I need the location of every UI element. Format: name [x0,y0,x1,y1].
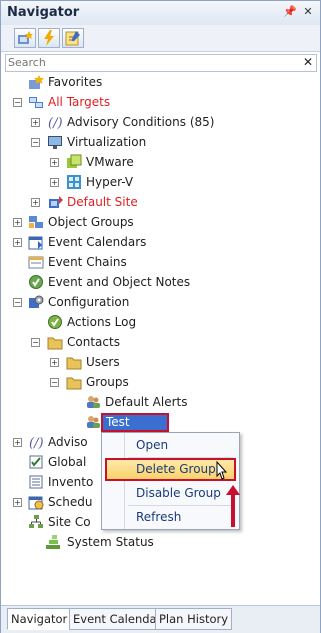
event-chains-icon [28,256,44,269]
collapse-icon[interactable]: − [50,378,59,387]
user-group-icon [87,416,100,428]
expand-icon[interactable]: + [13,238,22,247]
advisory-icon: (/) [29,436,44,450]
expand-icon[interactable]: + [13,438,22,447]
expand-icon[interactable]: + [31,118,40,127]
tab-event-calendar[interactable]: Event Calendar [69,608,166,630]
actions-log-icon [48,315,62,329]
calendar-icon [28,236,43,250]
context-menu: Open Delete Group Disable Group Refresh [101,432,240,530]
vmware-icon [67,154,82,168]
lightning-icon [44,30,54,46]
svg-text:(/): (/) [29,436,44,450]
expand-icon[interactable]: + [50,158,59,167]
contacts-folder-icon [47,337,63,350]
close-icon[interactable]: ✕ [301,5,315,19]
tab-plan-history[interactable]: Plan History [155,608,233,630]
all-targets-icon [29,97,43,108]
expand-icon[interactable]: + [13,218,22,227]
notes-icon [29,275,43,289]
add-target-icon [18,31,33,44]
clear-search-icon[interactable]: ✕ [303,55,313,70]
expand-icon[interactable]: + [13,498,22,507]
panel-titlebar: Navigator 📌 ✕ [1,1,320,26]
tab-navigator[interactable]: Navigator [7,608,72,630]
checklist-icon [29,455,43,469]
collapse-icon[interactable]: − [31,138,40,147]
note-edit-icon [65,31,80,46]
navigator-panel: Navigator 📌 ✕ ✕ Favorites − All Targets … [0,0,321,633]
expand-icon[interactable]: + [50,358,59,367]
menu-item-refresh[interactable]: Refresh [108,507,232,527]
monitor-icon [48,136,62,149]
object-groups-icon [29,216,43,228]
schedule-icon [28,496,44,510]
system-status-icon [46,535,60,549]
svg-text:(/): (/) [48,116,63,130]
mouse-cursor-icon [216,461,228,480]
test-group-selection[interactable]: Test Group [101,413,169,444]
site-config-icon [29,515,43,528]
user-group-icon [87,396,100,408]
groups-folder-icon [66,377,82,390]
quick-action-button[interactable] [38,28,60,48]
inventory-icon [29,475,43,489]
advisory-icon: (/) [48,116,63,130]
pin-icon[interactable]: 📌 [283,5,297,19]
favorites-icon [29,75,44,89]
panel-title: Navigator [7,5,80,20]
configuration-icon [29,295,44,308]
edit-note-button[interactable] [62,28,84,48]
menu-item-open[interactable]: Open [108,435,232,455]
search-input[interactable] [8,55,288,69]
bottom-tab-bar: Navigator Event Calendar Plan History [1,605,320,633]
collapse-icon[interactable]: − [13,298,22,307]
expand-icon[interactable]: + [50,178,59,187]
expand-icon[interactable]: + [31,198,40,207]
collapse-icon[interactable]: − [13,98,22,107]
add-target-button[interactable] [14,28,36,48]
menu-item-disable-group[interactable]: Disable Group [108,483,232,503]
annotation-arrow-icon [226,485,240,527]
users-folder-icon [66,357,82,370]
search-box: ✕ [5,54,317,72]
site-icon [49,196,63,208]
navigator-toolbar [1,25,320,52]
menu-separator [128,505,233,506]
collapse-icon[interactable]: − [31,338,40,347]
hyperv-icon [67,175,81,189]
